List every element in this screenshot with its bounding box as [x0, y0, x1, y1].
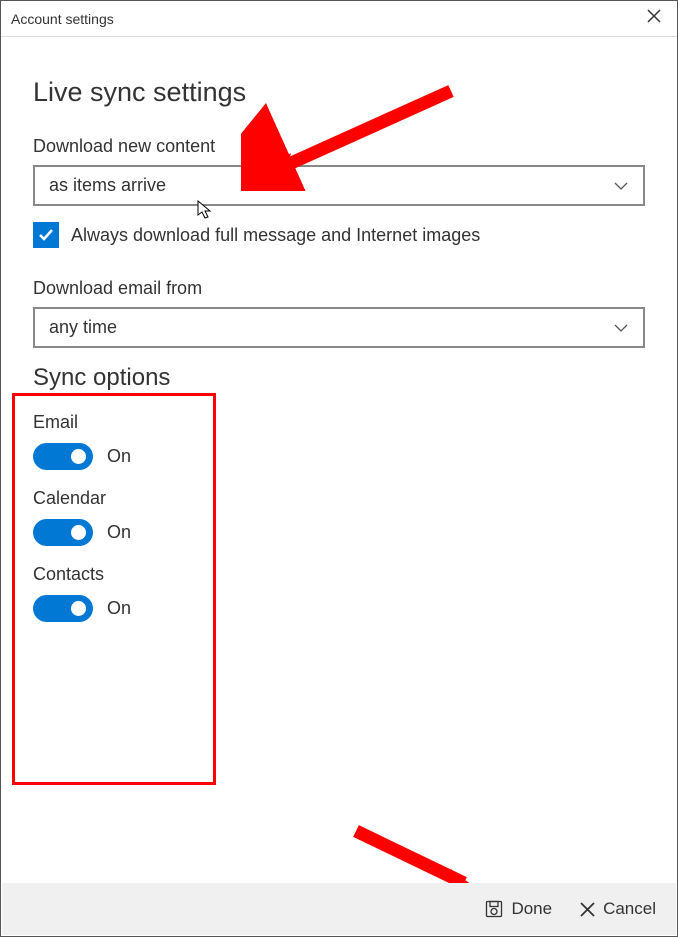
content-area: Live sync settings Download new content …	[1, 37, 677, 622]
email-toggle-state: On	[107, 446, 131, 467]
chevron-down-icon	[613, 320, 629, 336]
contacts-toggle-label: Contacts	[33, 564, 645, 585]
download-from-label: Download email from	[33, 278, 645, 299]
page-title: Live sync settings	[33, 77, 645, 108]
calendar-toggle[interactable]	[33, 519, 93, 546]
close-icon	[647, 9, 661, 23]
email-toggle-label: Email	[33, 412, 645, 433]
bottom-bar: Done Cancel	[2, 883, 676, 935]
save-icon	[485, 900, 503, 918]
download-content-select[interactable]: as items arrive	[33, 165, 645, 206]
contacts-toggle[interactable]	[33, 595, 93, 622]
calendar-toggle-state: On	[107, 522, 131, 543]
download-from-select[interactable]: any time	[33, 307, 645, 348]
contacts-toggle-state: On	[107, 598, 131, 619]
cancel-label: Cancel	[603, 899, 656, 919]
close-button[interactable]	[641, 7, 667, 30]
sync-options-heading: Sync options	[33, 364, 645, 392]
download-from-value: any time	[49, 317, 117, 338]
download-content-value: as items arrive	[49, 175, 166, 196]
contacts-toggle-block: Contacts On	[33, 564, 645, 622]
window-title: Account settings	[11, 11, 114, 27]
checkmark-icon	[37, 226, 55, 244]
download-content-label: Download new content	[33, 136, 645, 157]
calendar-toggle-block: Calendar On	[33, 488, 645, 546]
titlebar: Account settings	[1, 1, 677, 37]
chevron-down-icon	[613, 178, 629, 194]
done-button[interactable]: Done	[485, 899, 552, 919]
full-message-checkbox-row[interactable]: Always download full message and Interne…	[33, 222, 645, 248]
email-toggle[interactable]	[33, 443, 93, 470]
cancel-button[interactable]: Cancel	[580, 899, 656, 919]
email-toggle-block: Email On	[33, 412, 645, 470]
calendar-toggle-label: Calendar	[33, 488, 645, 509]
done-label: Done	[511, 899, 552, 919]
full-message-checkbox[interactable]	[33, 222, 59, 248]
close-icon	[580, 902, 595, 917]
full-message-label: Always download full message and Interne…	[71, 225, 480, 246]
